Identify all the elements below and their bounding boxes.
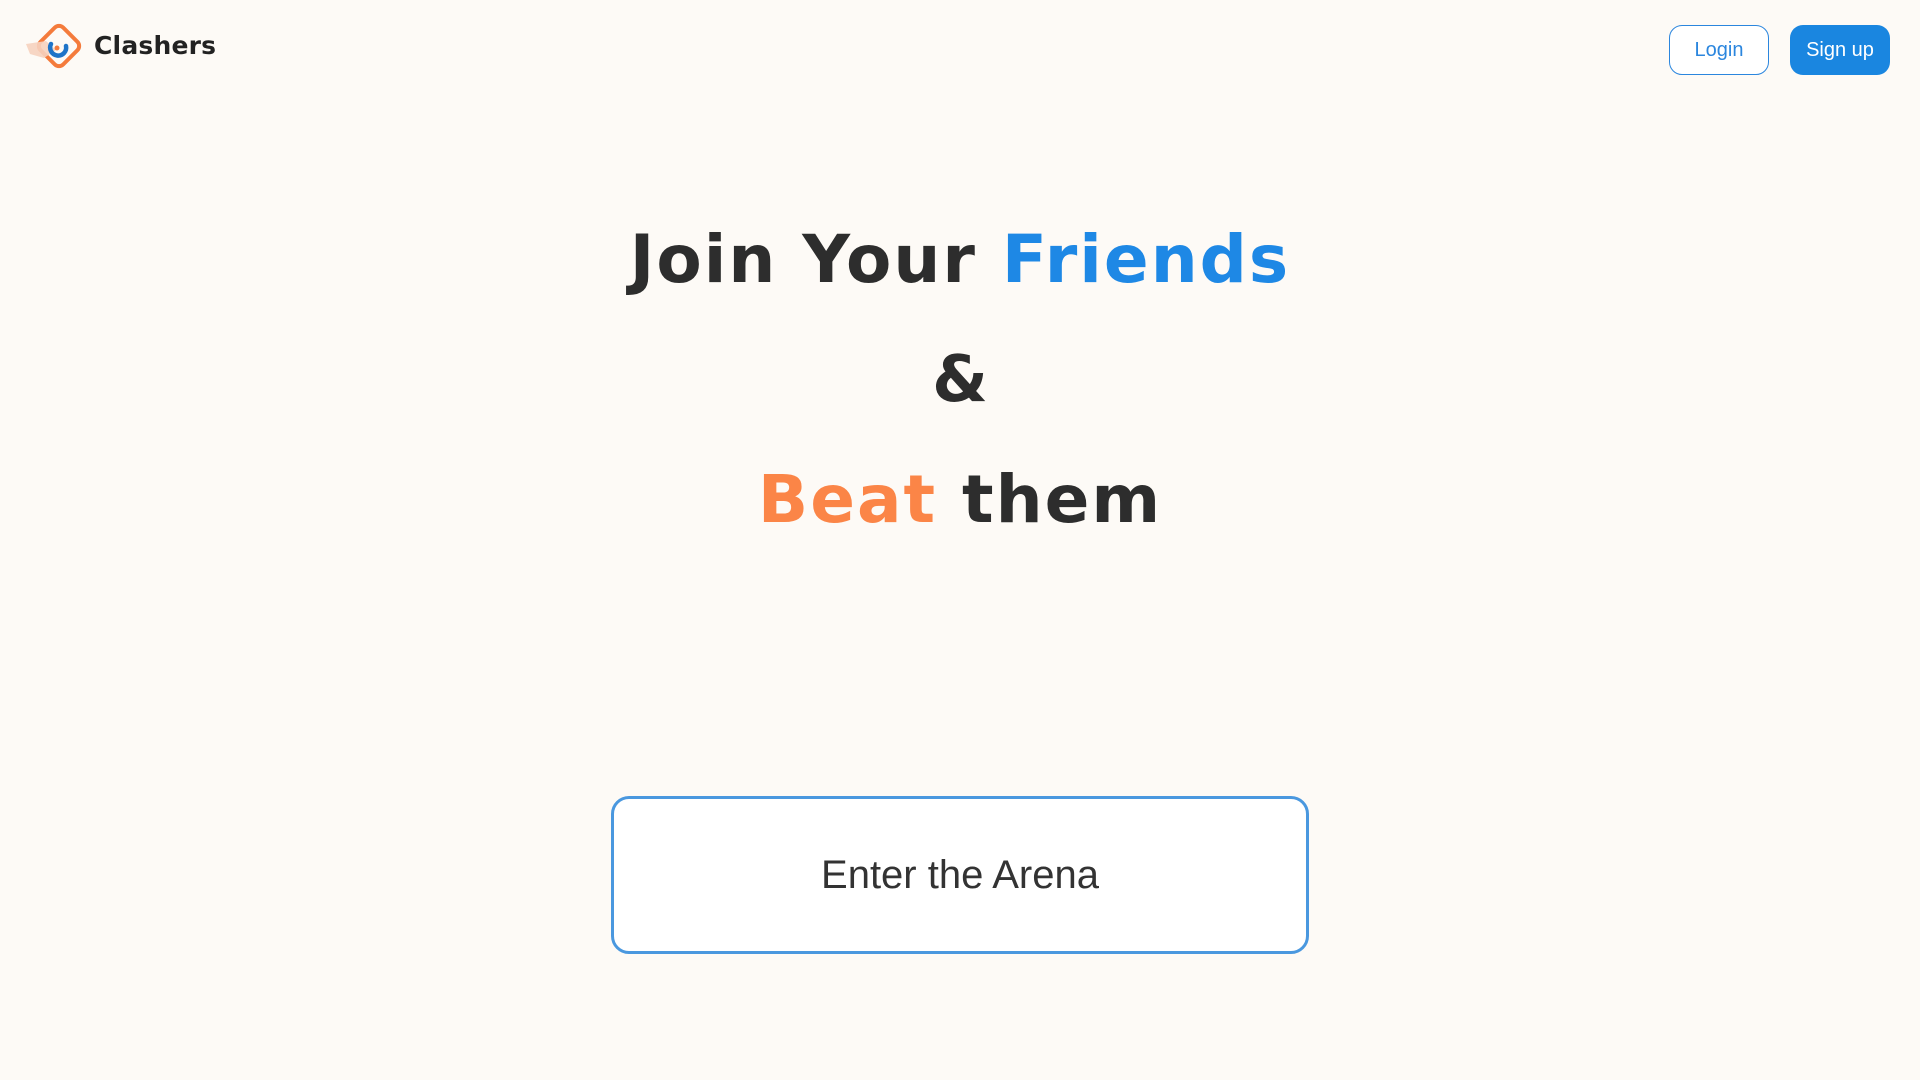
login-button[interactable]: Login bbox=[1669, 25, 1769, 75]
enter-arena-button[interactable]: Enter the Arena bbox=[611, 796, 1309, 954]
nav-actions: Login Sign up bbox=[1669, 25, 1890, 75]
signup-button[interactable]: Sign up bbox=[1790, 25, 1890, 75]
hero-section: Join Your Friends & Beat them bbox=[0, 200, 1920, 560]
hero-ampersand: & bbox=[932, 343, 988, 417]
enter-arena-label: Enter the Arena bbox=[821, 852, 1099, 897]
hero-line-3: Beat them bbox=[0, 440, 1920, 560]
hero-line-3-suffix: them bbox=[962, 461, 1163, 538]
top-header: Clashers Login Sign up bbox=[0, 0, 1920, 100]
landing-page: Clashers Login Sign up Join Your Friends… bbox=[0, 0, 1920, 1080]
hero-line-1: Join Your Friends bbox=[0, 200, 1920, 320]
hero-line-1-prefix: Join Your bbox=[629, 221, 977, 298]
brand[interactable]: Clashers bbox=[24, 22, 216, 78]
brand-name: Clashers bbox=[94, 30, 217, 60]
diamond-swirl-logo-icon bbox=[26, 23, 82, 69]
hero-line-1-accent: Friends bbox=[1001, 221, 1291, 298]
hero-line-3-accent: Beat bbox=[757, 461, 938, 538]
